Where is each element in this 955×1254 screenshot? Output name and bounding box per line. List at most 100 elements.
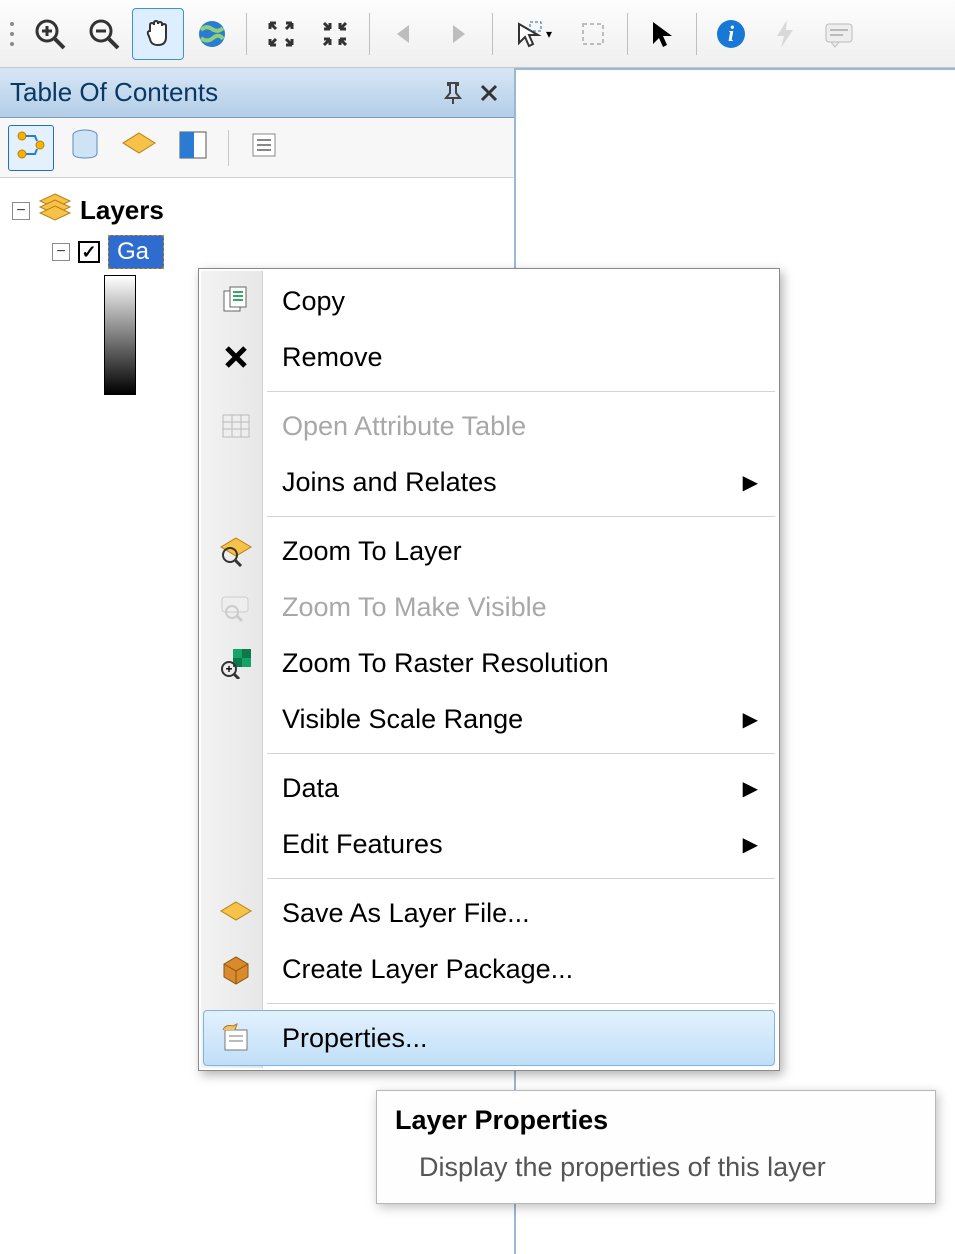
fixed-zoom-out-button[interactable] xyxy=(309,8,361,60)
toolbar-separator xyxy=(369,13,370,55)
identify-icon: i xyxy=(715,18,747,50)
list-by-visibility-icon xyxy=(121,129,157,166)
clear-selection-button xyxy=(567,8,619,60)
ctx-zoom-to-layer[interactable]: Zoom To Layer xyxy=(203,523,775,579)
zoom-out-button[interactable] xyxy=(78,8,130,60)
expander-icon[interactable]: − xyxy=(52,243,70,261)
next-extent-button xyxy=(432,8,484,60)
zoom-layer-icon xyxy=(218,533,254,569)
measure-button xyxy=(813,8,865,60)
ctx-data[interactable]: Data▶ xyxy=(203,760,775,816)
zoom-raster-icon: + xyxy=(218,645,254,681)
ctx-item-label: Edit Features xyxy=(282,829,743,860)
toc-title: Table Of Contents xyxy=(10,77,432,108)
ctx-item-label: Zoom To Make Visible xyxy=(282,592,758,623)
identify-button[interactable]: i xyxy=(705,8,757,60)
tree-row-root[interactable]: − Layers xyxy=(12,192,502,229)
fixed-zoom-out-icon xyxy=(320,19,350,49)
dropdown-caret-icon: ▾ xyxy=(546,27,552,41)
list-by-source-button[interactable] xyxy=(62,125,108,171)
layer-label-selected[interactable]: Ga xyxy=(108,235,164,269)
list-by-drawing-order-icon xyxy=(13,127,49,168)
html-popup-button xyxy=(759,8,811,60)
expander-icon[interactable]: − xyxy=(12,202,30,220)
pan-button[interactable] xyxy=(132,8,184,60)
options-icon xyxy=(248,129,280,166)
ctx-joins-relates[interactable]: Joins and Relates▶ xyxy=(203,454,775,510)
ctx-item-label: Data xyxy=(282,773,743,804)
ctx-item-label: Save As Layer File... xyxy=(282,898,758,929)
toc-toolbar xyxy=(0,118,514,178)
stickynote-icon xyxy=(823,19,855,49)
submenu-arrow-icon: ▶ xyxy=(743,707,758,732)
submenu-arrow-icon: ▶ xyxy=(743,776,758,801)
ctx-create-layer-package[interactable]: Create Layer Package... xyxy=(203,941,775,997)
ctx-separator xyxy=(267,1003,775,1004)
ctx-remove[interactable]: Remove xyxy=(203,329,775,385)
full-extent-button[interactable] xyxy=(186,8,238,60)
tooltip: Layer Properties Display the properties … xyxy=(376,1090,936,1204)
ctx-zoom-make-visible: Zoom To Make Visible xyxy=(203,579,775,635)
zoom-in-button[interactable] xyxy=(24,8,76,60)
toc-options-button[interactable] xyxy=(241,125,287,171)
ctx-item-label: Zoom To Raster Resolution xyxy=(282,648,758,679)
list-by-selection-button[interactable] xyxy=(170,125,216,171)
ctx-item-label: Visible Scale Range xyxy=(282,704,743,735)
toolbar-separator xyxy=(696,13,697,55)
ctx-properties[interactable]: Properties... xyxy=(203,1010,775,1066)
tooltip-title: Layer Properties xyxy=(395,1105,917,1136)
ctx-item-label: Zoom To Layer xyxy=(282,536,758,567)
list-by-source-icon xyxy=(69,128,101,167)
ctx-separator xyxy=(267,878,775,879)
toolbar-grip[interactable] xyxy=(6,22,18,46)
save-layer-icon xyxy=(218,895,254,931)
select-elements-icon xyxy=(648,19,676,49)
ctx-item-label: Remove xyxy=(282,342,758,373)
forward-icon xyxy=(443,19,473,49)
pan-icon xyxy=(141,17,175,51)
ctx-separator xyxy=(267,753,775,754)
ctx-copy[interactable]: Copy xyxy=(203,273,775,329)
ctx-separator xyxy=(267,516,775,517)
tree-root-label: Layers xyxy=(80,195,164,226)
properties-icon xyxy=(218,1020,254,1056)
ctx-item-label: Copy xyxy=(282,286,758,317)
copy-icon xyxy=(218,283,254,319)
tooltip-body: Display the properties of this layer xyxy=(395,1152,917,1183)
select-features-button[interactable]: ▾ xyxy=(501,8,565,60)
tree-row-layer[interactable]: − Ga xyxy=(12,235,502,269)
submenu-arrow-icon: ▶ xyxy=(743,832,758,857)
layer-visibility-checkbox[interactable] xyxy=(78,241,100,263)
clear-selection-icon xyxy=(578,19,608,49)
toc-toolbar-separator xyxy=(228,130,229,166)
list-by-selection-icon xyxy=(176,128,210,167)
toc-header: Table Of Contents xyxy=(0,68,514,118)
package-icon xyxy=(218,951,254,987)
ctx-item-label: Open Attribute Table xyxy=(282,411,758,442)
ctx-item-label: Properties... xyxy=(282,1023,758,1054)
svg-text:i: i xyxy=(728,21,735,46)
back-icon xyxy=(389,19,419,49)
lightning-icon xyxy=(772,18,798,50)
fixed-zoom-in-icon xyxy=(266,19,296,49)
pin-icon[interactable] xyxy=(438,78,468,108)
ctx-save-layer-file[interactable]: Save As Layer File... xyxy=(203,885,775,941)
remove-icon xyxy=(218,339,254,375)
select-elements-button[interactable] xyxy=(636,8,688,60)
list-by-drawing-order-button[interactable] xyxy=(8,125,54,171)
ctx-visible-scale[interactable]: Visible Scale Range▶ xyxy=(203,691,775,747)
toolbar-separator xyxy=(246,13,247,55)
ctx-edit-features[interactable]: Edit Features▶ xyxy=(203,816,775,872)
raster-gradient-swatch xyxy=(104,275,136,395)
ctx-open-attr-table: Open Attribute Table xyxy=(203,398,775,454)
zoom-in-icon xyxy=(33,17,67,51)
fixed-zoom-in-button[interactable] xyxy=(255,8,307,60)
layer-context-menu: Copy Remove Open Attribute Table Joins and … xyxy=(198,268,780,1071)
ctx-item-label: Joins and Relates xyxy=(282,467,743,498)
globe-icon xyxy=(195,17,229,51)
close-icon[interactable] xyxy=(474,78,504,108)
ctx-zoom-raster[interactable]: + Zoom To Raster Resolution xyxy=(203,635,775,691)
list-by-visibility-button[interactable] xyxy=(116,125,162,171)
main-toolbar: ▾i xyxy=(0,0,955,68)
toolbar-separator xyxy=(492,13,493,55)
